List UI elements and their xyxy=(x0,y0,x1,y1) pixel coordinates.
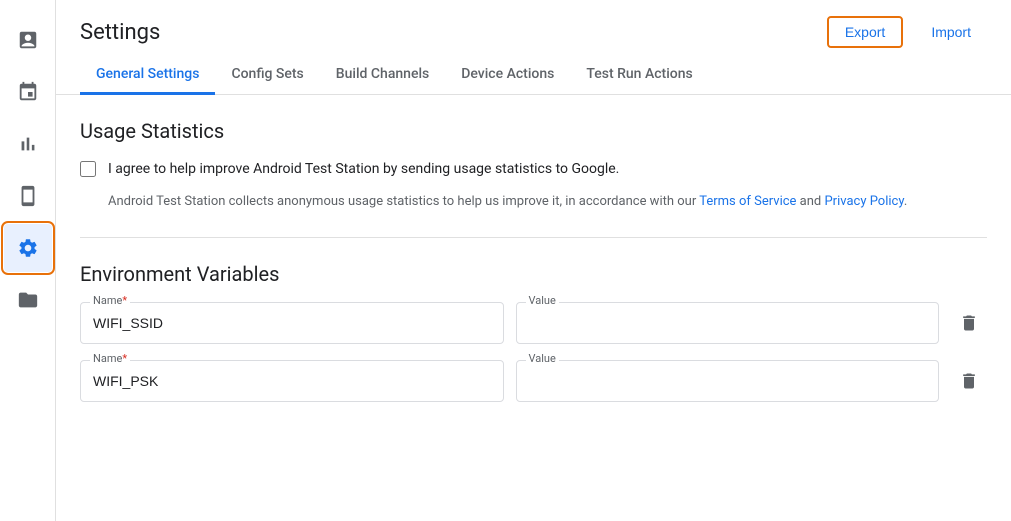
usage-statistics-section: Usage Statistics I agree to help improve… xyxy=(80,119,987,213)
sidebar-item-calendar[interactable] xyxy=(4,68,52,116)
period-text: . xyxy=(904,194,907,209)
env-name-label-2: Name* xyxy=(90,352,130,365)
usage-statistics-title: Usage Statistics xyxy=(80,119,987,143)
folder-icon xyxy=(17,289,39,311)
export-button[interactable]: Export xyxy=(827,16,903,48)
env-value-field-1: Value xyxy=(516,302,940,344)
info-text-prefix: Android Test Station collects anonymous … xyxy=(108,194,699,209)
environment-variables-title: Environment Variables xyxy=(80,262,987,286)
tab-device-actions[interactable]: Device Actions xyxy=(445,56,570,95)
usage-statistics-checkbox-label: I agree to help improve Android Test Sta… xyxy=(108,159,619,180)
tabs-container: General Settings Config Sets Build Chann… xyxy=(56,56,1011,95)
env-value-field-2: Value xyxy=(516,360,940,402)
env-value-label-1: Value xyxy=(526,294,559,307)
usage-statistics-info: Android Test Station collects anonymous … xyxy=(108,192,987,213)
privacy-policy-link[interactable]: Privacy Policy xyxy=(824,194,903,209)
section-divider xyxy=(80,237,987,238)
content-area: Usage Statistics I agree to help improve… xyxy=(56,95,1011,521)
tab-config-sets[interactable]: Config Sets xyxy=(215,56,319,95)
sidebar-item-settings[interactable] xyxy=(4,224,52,272)
sidebar-item-device[interactable] xyxy=(4,172,52,220)
import-button[interactable]: Import xyxy=(915,18,987,46)
sidebar xyxy=(0,0,56,521)
env-name-input-2[interactable] xyxy=(80,360,504,402)
env-name-field-1: Name* xyxy=(80,302,504,344)
tab-build-channels[interactable]: Build Channels xyxy=(320,56,445,95)
env-delete-button-2[interactable] xyxy=(951,363,987,399)
page-title: Settings xyxy=(80,20,160,45)
env-value-input-2[interactable] xyxy=(516,360,940,402)
environment-variables-section: Environment Variables Name* Value xyxy=(80,262,987,402)
calendar-icon xyxy=(17,81,39,103)
header-actions: Export Import xyxy=(827,16,987,48)
tasks-icon xyxy=(17,29,39,51)
terms-of-service-link[interactable]: Terms of Service xyxy=(699,194,796,209)
settings-icon xyxy=(17,237,39,259)
sidebar-item-analytics[interactable] xyxy=(4,120,52,168)
env-row-1: Name* Value xyxy=(80,302,987,344)
usage-statistics-checkbox[interactable] xyxy=(80,161,96,177)
env-value-label-2: Value xyxy=(526,352,559,365)
device-icon xyxy=(17,185,39,207)
header: Settings Export Import xyxy=(56,0,1011,56)
trash-icon-1 xyxy=(959,313,979,333)
usage-statistics-checkbox-row: I agree to help improve Android Test Sta… xyxy=(80,159,987,180)
sidebar-item-folder[interactable] xyxy=(4,276,52,324)
analytics-icon xyxy=(17,133,39,155)
env-name-input-1[interactable] xyxy=(80,302,504,344)
and-text: and xyxy=(796,194,824,209)
tab-general-settings[interactable]: General Settings xyxy=(80,56,215,95)
env-value-input-1[interactable] xyxy=(516,302,940,344)
env-row-2: Name* Value xyxy=(80,360,987,402)
trash-icon-2 xyxy=(959,371,979,391)
main-content: Settings Export Import General Settings … xyxy=(56,0,1011,521)
env-delete-button-1[interactable] xyxy=(951,305,987,341)
sidebar-item-tasks[interactable] xyxy=(4,16,52,64)
env-name-field-2: Name* xyxy=(80,360,504,402)
env-name-label-1: Name* xyxy=(90,294,130,307)
tab-test-run-actions[interactable]: Test Run Actions xyxy=(570,56,708,95)
